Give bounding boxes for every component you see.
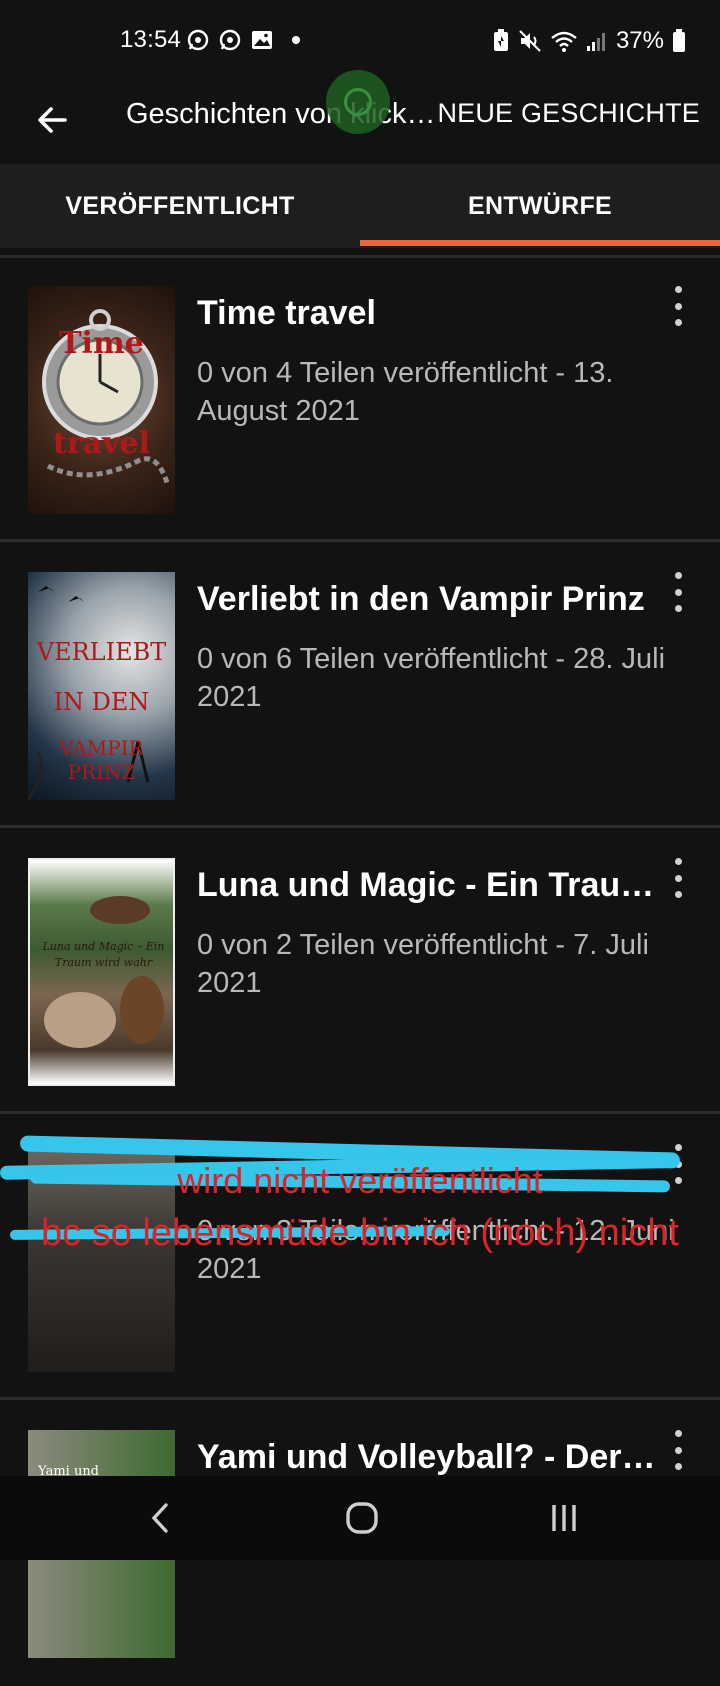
nav-back-button[interactable] [130,1488,190,1548]
home-icon [346,1502,378,1534]
more-options-icon[interactable] [670,572,686,612]
status-notification-icons [186,28,300,52]
tab-drafts[interactable]: ENTWÜRFE [360,164,720,248]
arrow-left-icon [38,107,67,133]
cover-title-line: Traum wird wahr [54,956,153,969]
battery-saver-icon [493,29,508,51]
more-options-icon[interactable] [670,286,686,326]
cover-title-line: VERLIEBT [36,638,167,666]
tab-bar: VERÖFFENTLICHT ENTWÜRFE [0,164,720,248]
active-tab-indicator [360,240,720,246]
story-meta: 0 von 4 Teilen veröffentlicht - 13. Augu… [197,357,614,427]
annotation-line: wird nicht veröffentlicht [177,1160,543,1201]
cover-title-line: VAMPIR PRINZ [59,736,144,784]
signal-icon [586,33,605,51]
recents-icon [552,1505,576,1531]
whatsapp-icon [187,29,209,51]
back-button[interactable] [28,96,76,144]
cover-title-line: travel [52,426,151,461]
gallery-icon [252,31,272,49]
system-nav-bar [0,1476,720,1560]
cover-title-line: Time [59,326,144,361]
bubble-icon [344,88,372,116]
cover-title-line: IN DEN [53,688,150,716]
wifi-icon [551,31,577,52]
more-options-icon[interactable] [670,858,686,898]
nav-recents-button[interactable] [534,1488,594,1548]
story-item[interactable]: 0 von 3 Teilen veröffentlicht - 12. Juni… [0,1116,720,1400]
story-title: Time travel [197,294,376,332]
tab-published[interactable]: VERÖFFENTLICHT [0,164,360,248]
mute-icon [519,30,541,52]
annotation-line: bc so lebensmüde bin ich (noch) nicht [41,1212,679,1254]
chevron-left-icon [151,1503,168,1533]
more-notifications-dot [292,36,300,44]
story-title: Yami und Volleyball? - Der… [197,1438,656,1476]
story-item[interactable]: VERLIEBT IN DEN VAMPIR PRINZ Verliebt in… [0,544,720,828]
more-options-icon[interactable] [670,1430,686,1470]
nav-home-button[interactable] [332,1488,392,1548]
story-cover: VERLIEBT IN DEN VAMPIR PRINZ [28,572,175,800]
story-item[interactable]: Time travel Time travel 0 von 4 Teilen v… [0,258,720,542]
story-meta: 0 von 2 Teilen veröffentlicht - 7. Juli … [197,929,649,999]
cover-title-line: Luna und Magic – Ein [42,940,165,953]
story-cover: Luna und Magic – Ein Traum wird wahr [28,858,175,1086]
horses-icon [44,896,164,1048]
pocket-watch-icon [42,309,171,487]
story-cover: Time travel [28,286,175,514]
status-system-icons: 37% [492,27,686,55]
story-title: Verliebt in den Vampir Prinz [197,580,645,618]
whatsapp-icon [219,29,241,51]
story-title: Luna und Magic - Ein Trau… [197,866,655,904]
battery-percent: 37% [615,27,664,54]
battery-icon [673,29,685,52]
status-time: 13:54 [120,26,182,53]
story-meta: 0 von 6 Teilen veröffentlicht - 28. Juli… [197,643,666,713]
story-item[interactable]: Luna und Magic – Ein Traum wird wahr Lun… [0,830,720,1114]
new-story-button[interactable]: NEUE GESCHICHTE [437,98,700,129]
